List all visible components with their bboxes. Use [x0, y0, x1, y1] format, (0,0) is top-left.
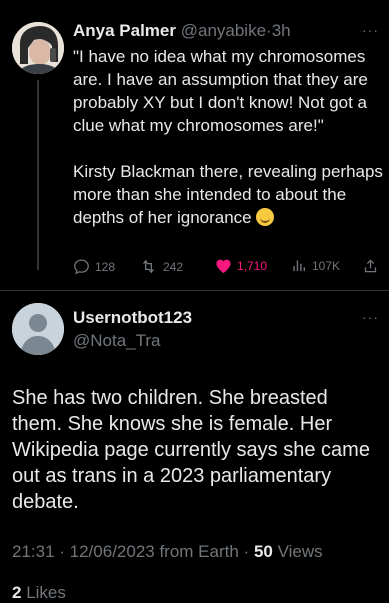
- likes-summary[interactable]: 2 Likes: [12, 583, 66, 603]
- retweet-icon: [143, 259, 154, 274]
- reply-button[interactable]: 128: [73, 258, 115, 275]
- view-count: 107K: [312, 258, 341, 273]
- retweet-button[interactable]: 242: [139, 258, 183, 275]
- profile-photo-icon: [12, 22, 64, 74]
- tweet-text: She has two children. She breasted them.…: [12, 387, 370, 513]
- tweet-paragraph: Kirsty Blackman there, revealing perhaps…: [73, 160, 385, 229]
- tweet-header: Anya Palmer @anyabike·3h: [73, 20, 291, 42]
- thread-line: [37, 80, 39, 270]
- divider: [0, 290, 389, 291]
- avatar[interactable]: [12, 22, 64, 74]
- handle[interactable]: @anyabike: [181, 21, 266, 40]
- timestamp[interactable]: 3h: [272, 21, 291, 40]
- timestamp[interactable]: 21:31 · 12/06/2023 from Earth ·: [12, 542, 249, 561]
- like-button[interactable]: 1,710: [215, 258, 267, 274]
- avatar[interactable]: [12, 303, 64, 355]
- display-name[interactable]: Usernotbot123: [73, 308, 192, 328]
- tweet-meta: 21:31 · 12/06/2023 from Earth · 50 Views: [12, 542, 323, 562]
- handle[interactable]: @Nota_Tra: [73, 331, 161, 351]
- reply-count: 128: [95, 259, 116, 274]
- display-name[interactable]: Anya Palmer: [73, 21, 176, 40]
- reply-icon: [74, 259, 89, 275]
- default-avatar-icon: [12, 303, 64, 355]
- share-button[interactable]: [363, 258, 378, 274]
- tweet-paragraph-text: Kirsty Blackman there, revealing perhaps…: [73, 162, 383, 227]
- like-count: 2: [12, 583, 22, 602]
- action-bar: 128 242 1,710 107K: [73, 258, 378, 278]
- views-button[interactable]: 107K: [291, 258, 340, 273]
- tweet-text: "I have no idea what my chromosomes are.…: [73, 45, 385, 229]
- view-count: 50: [253, 542, 273, 561]
- more-icon[interactable]: ···: [362, 22, 379, 38]
- rolling-laughing-emoji-icon: [256, 208, 275, 226]
- retweet-count: 242: [163, 259, 184, 274]
- like-count: 1,710: [237, 259, 268, 273]
- tweet-paragraph: "I have no idea what my chromosomes are.…: [73, 47, 368, 135]
- more-icon[interactable]: ···: [362, 309, 379, 325]
- views-label: Views: [277, 542, 323, 561]
- heart-icon: [216, 259, 231, 274]
- views-icon: [293, 260, 305, 272]
- share-icon: [364, 259, 377, 273]
- likes-label: Likes: [26, 583, 66, 602]
